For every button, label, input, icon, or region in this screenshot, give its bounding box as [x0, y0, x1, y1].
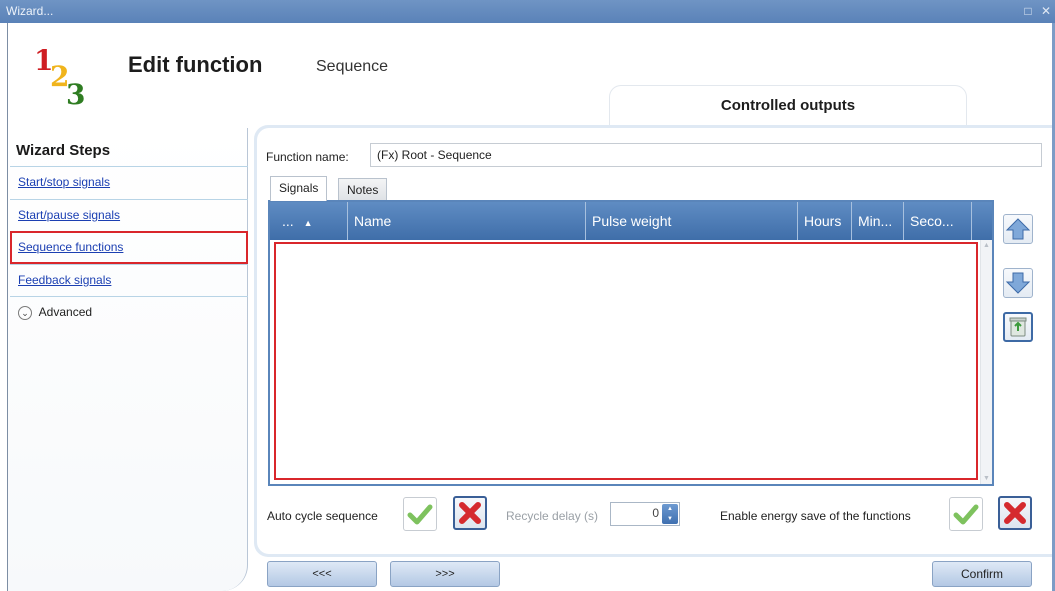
- tab-signals[interactable]: Signals: [270, 176, 328, 201]
- sidebar-item-start-pause-signals[interactable]: Start/pause signals: [10, 199, 248, 232]
- spinner-arrows[interactable]: ▲ ▼: [662, 504, 678, 524]
- column-header-hours[interactable]: Hours: [798, 202, 852, 240]
- sidebar-item-label[interactable]: Sequence functions: [18, 240, 123, 254]
- sidebar-title: Wizard Steps: [16, 142, 111, 159]
- sidebar-item-label[interactable]: Feedback signals: [18, 273, 111, 287]
- auto-cycle-disable-button[interactable]: [453, 496, 487, 530]
- grid-vertical-scrollbar[interactable]: ▲ ▼: [980, 240, 992, 484]
- wizard-logo: 1 2 3: [28, 44, 98, 120]
- maximize-icon[interactable]: □: [1024, 4, 1031, 18]
- checkmark-icon: [953, 504, 979, 525]
- column-header-pulse-weight[interactable]: Pulse weight: [586, 202, 798, 240]
- previous-button[interactable]: <<<: [267, 561, 377, 587]
- next-button[interactable]: >>>: [390, 561, 500, 587]
- recycle-delay-label: Recycle delay (s): [506, 509, 599, 523]
- recycle-delay-spinner[interactable]: 0 ▲ ▼: [610, 502, 680, 526]
- sidebar-item-label[interactable]: Start/pause signals: [18, 208, 120, 222]
- spinner-up-icon[interactable]: ▲: [662, 504, 678, 514]
- wizard-steps-sidebar: Wizard Steps Start/stop signals Start/pa…: [8, 128, 248, 591]
- scroll-down-icon[interactable]: ▼: [983, 475, 990, 482]
- signals-grid: ... ▲ Name Pulse weight Hours Min... Sec…: [268, 200, 994, 486]
- recycle-delay-value[interactable]: 0: [652, 506, 659, 520]
- window-title: Wizard...: [6, 4, 54, 18]
- checkmark-icon: [407, 504, 433, 525]
- spinner-down-icon[interactable]: ▼: [662, 514, 678, 524]
- move-down-button[interactable]: [1003, 268, 1033, 298]
- window-titlebar: Wizard... □ ✕: [0, 0, 1055, 23]
- grid-body-highlighted[interactable]: [274, 242, 978, 480]
- sort-ascending-icon: ▲: [303, 218, 313, 228]
- grid-header: ... ▲ Name Pulse weight Hours Min... Sec…: [270, 202, 992, 240]
- column-header-seconds[interactable]: Seco...: [904, 202, 972, 240]
- sidebar-item-advanced[interactable]: ⌄ Advanced: [10, 296, 248, 329]
- function-name-input[interactable]: (Fx) Root - Sequence: [370, 143, 1042, 167]
- sidebar-item-sequence-functions[interactable]: Sequence functions: [10, 231, 248, 264]
- sidebar-item-start-stop-signals[interactable]: Start/stop signals: [10, 166, 248, 199]
- energy-save-enable-button[interactable]: [949, 497, 983, 531]
- sidebar-item-label[interactable]: Start/stop signals: [18, 175, 110, 189]
- page-subtitle: Sequence: [316, 58, 389, 75]
- arrow-up-icon: [1005, 218, 1031, 240]
- arrow-down-icon: [1005, 272, 1031, 294]
- auto-cycle-enable-button[interactable]: [403, 497, 437, 531]
- energy-save-label: Enable energy save of the functions: [720, 509, 911, 523]
- recycle-bin-icon: [1009, 317, 1027, 337]
- advanced-label[interactable]: Advanced: [39, 305, 92, 319]
- move-up-button[interactable]: [1003, 214, 1033, 244]
- scroll-up-icon[interactable]: ▲: [983, 242, 990, 249]
- tab-notes[interactable]: Notes: [338, 178, 388, 200]
- logo-digit-3: 3: [66, 78, 86, 111]
- tab-controlled-outputs[interactable]: Controlled outputs: [609, 85, 967, 125]
- sidebar-item-feedback-signals[interactable]: Feedback signals: [10, 264, 248, 297]
- window-controls: □ ✕: [1018, 0, 1051, 23]
- close-icon[interactable]: ✕: [1041, 4, 1051, 18]
- column-header-index[interactable]: ... ▲: [276, 202, 348, 240]
- confirm-button[interactable]: Confirm: [932, 561, 1032, 587]
- column-header-minutes[interactable]: Min...: [852, 202, 904, 240]
- page-title: Edit function: [128, 52, 263, 77]
- cross-icon: [459, 502, 481, 524]
- delete-button[interactable]: [1003, 312, 1033, 342]
- function-name-label: Function name:: [266, 150, 349, 164]
- auto-cycle-label: Auto cycle sequence: [267, 509, 378, 523]
- column-header-name[interactable]: Name: [348, 202, 586, 240]
- cross-icon: [1004, 502, 1026, 524]
- chevron-down-icon[interactable]: ⌄: [18, 305, 32, 320]
- energy-save-disable-button[interactable]: [998, 496, 1032, 530]
- column-header-index-label: ...: [282, 213, 294, 229]
